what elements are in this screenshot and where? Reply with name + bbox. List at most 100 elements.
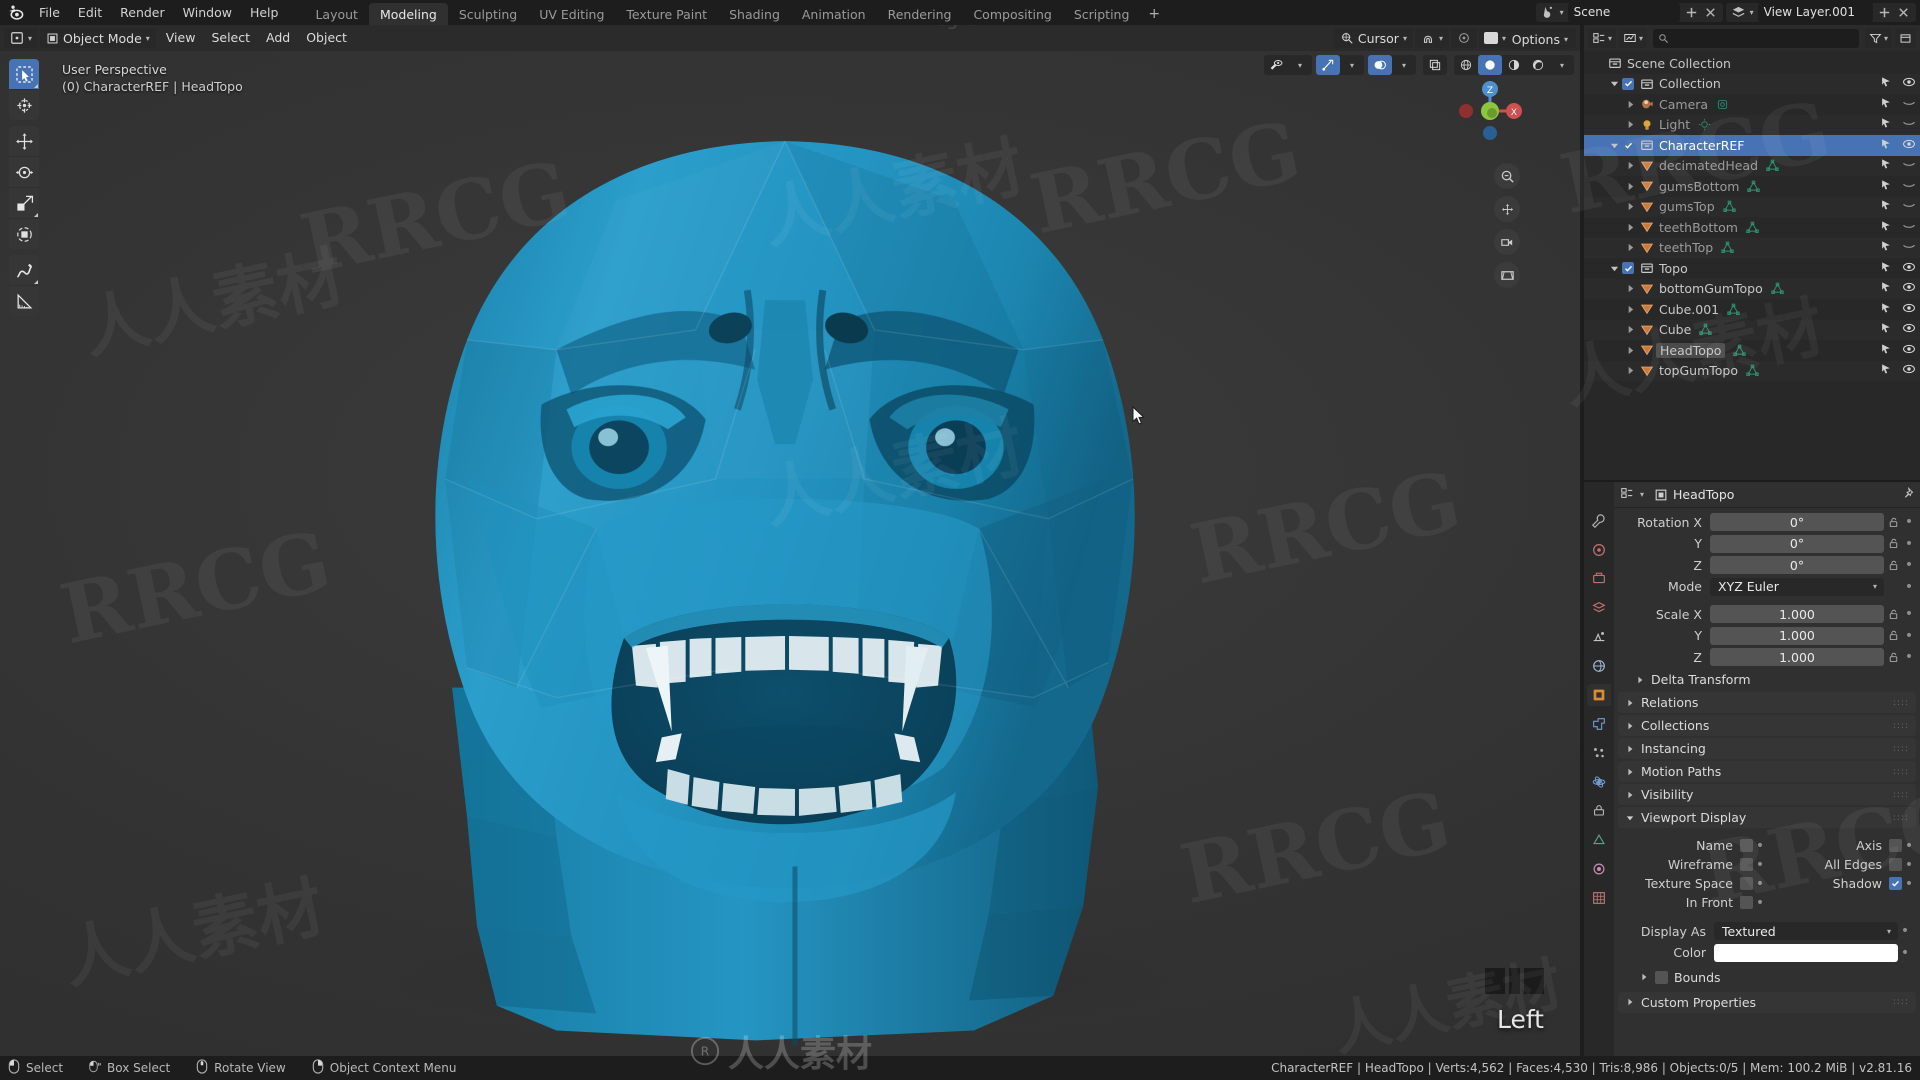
twisty-closed-icon[interactable]	[1622, 284, 1638, 293]
app-menu-help[interactable]: Help	[241, 3, 288, 22]
outliner-row-bottomgumtopo[interactable]: bottomGumTopo	[1584, 278, 1920, 299]
eye-closed-icon[interactable]	[1902, 198, 1916, 215]
tool-scale[interactable]	[9, 188, 39, 218]
app-menu-window[interactable]: Window	[174, 3, 241, 22]
properties-modifier-tab[interactable]	[1587, 713, 1611, 735]
twisty-closed-icon[interactable]	[1622, 305, 1638, 314]
properties-texture-tab[interactable]	[1587, 887, 1611, 909]
outliner-row-camera[interactable]: Camera	[1584, 94, 1920, 115]
properties-physics-tab[interactable]	[1587, 771, 1611, 793]
eye-open-icon[interactable]	[1902, 321, 1916, 338]
panel-visibility[interactable]: Visibility::::	[1618, 784, 1916, 805]
collection-checkbox[interactable]	[1622, 139, 1634, 152]
twisty-closed-icon[interactable]	[1622, 100, 1638, 109]
view-layer-name[interactable]: View Layer.001	[1757, 3, 1873, 22]
outliner-search-input[interactable]	[1653, 28, 1859, 48]
unlink-scene-icon[interactable]	[1703, 5, 1718, 20]
selectable-arrow-icon[interactable]	[1879, 362, 1893, 379]
zoom-view-button[interactable]	[1494, 163, 1520, 189]
editor-type-button[interactable]: ▾	[4, 28, 39, 48]
object-color-swatch[interactable]	[1714, 943, 1898, 962]
twisty-closed-icon[interactable]	[1622, 202, 1638, 211]
eye-open-icon[interactable]	[1902, 75, 1916, 92]
field-value[interactable]: 1.000	[1710, 605, 1884, 623]
chevron-down-icon[interactable]: ▾	[1550, 55, 1574, 75]
animate-property-dot[interactable]: •	[1898, 946, 1912, 960]
panel-custom-properties[interactable]: Custom Properties ::::	[1618, 991, 1916, 1013]
light-data-icon[interactable]	[1698, 118, 1711, 131]
mesh-data-icon[interactable]	[1733, 344, 1747, 357]
properties-data-tab[interactable]	[1587, 829, 1611, 851]
chevron-down-icon[interactable]: ▾	[1288, 55, 1312, 75]
properties-view-layer-tab[interactable]	[1587, 597, 1611, 619]
animate-property-dot[interactable]: •	[1753, 839, 1767, 853]
selectable-arrow-icon[interactable]	[1879, 178, 1893, 195]
outliner-row-headtopo[interactable]: HeadTopo	[1584, 340, 1920, 361]
mesh-data-icon[interactable]	[1746, 364, 1759, 377]
properties-object-tab[interactable]	[1587, 684, 1611, 706]
visibility-selector[interactable]: ▾	[1264, 55, 1312, 75]
panel-viewport-display[interactable]: Viewport Display::::	[1618, 807, 1916, 828]
tool-transform[interactable]	[9, 219, 39, 249]
viewport-menu-select[interactable]: Select	[203, 28, 258, 48]
bounds-checkbox[interactable]	[1655, 970, 1668, 984]
selectable-arrow-icon[interactable]	[1879, 260, 1893, 277]
animate-property-dot[interactable]: •	[1753, 896, 1767, 910]
collection-checkbox[interactable]	[1622, 77, 1634, 90]
remove-view-layer-icon[interactable]	[1896, 5, 1911, 20]
panel-instancing[interactable]: Instancing::::	[1618, 738, 1916, 759]
option-checkbox[interactable]	[1740, 839, 1753, 852]
outliner-row-cube-001[interactable]: Cube.001	[1584, 299, 1920, 320]
breadcrumb-object[interactable]: HeadTopo	[1650, 485, 1738, 505]
animate-property-dot[interactable]: •	[1753, 877, 1767, 891]
xray-icon[interactable]	[1423, 55, 1447, 75]
eye-open-icon[interactable]	[1902, 362, 1916, 379]
view-layer-selector[interactable]: ▾ View Layer.001	[1725, 3, 1916, 22]
eye-open-icon[interactable]	[1902, 260, 1916, 277]
wireframe-shading-icon[interactable]	[1454, 55, 1478, 75]
outliner-row-topgumtopo[interactable]: topGumTopo	[1584, 360, 1920, 381]
character-head-mesh[interactable]	[0, 51, 1580, 1056]
mesh-data-icon[interactable]	[1771, 282, 1784, 295]
properties-constraints-tab[interactable]	[1587, 800, 1611, 822]
add-workspace-button[interactable]: +	[1140, 3, 1168, 25]
blender-logo-icon[interactable]	[0, 4, 30, 21]
tool-cursor[interactable]	[9, 90, 39, 120]
pin-id-icon[interactable]	[1901, 486, 1914, 503]
mesh-data-icon[interactable]	[1699, 323, 1712, 336]
twisty-closed-icon[interactable]	[1622, 120, 1638, 129]
viewport-menu-view[interactable]: View	[158, 28, 204, 48]
workspace-tab-texture-paint[interactable]: Texture Paint	[615, 3, 718, 25]
workspace-tab-scripting[interactable]: Scripting	[1063, 3, 1141, 25]
mesh-data-icon[interactable]	[1746, 221, 1759, 234]
eye-closed-icon[interactable]	[1902, 96, 1916, 113]
eye-open-icon[interactable]	[1902, 137, 1916, 154]
outliner-filter-button[interactable]: ▾	[1864, 28, 1892, 48]
shading-mode-group[interactable]: ▾	[1454, 55, 1574, 75]
animate-property-dot[interactable]: •	[1898, 924, 1912, 938]
material-preview-icon[interactable]	[1502, 55, 1526, 75]
navigation-gizmo[interactable]: Z X	[1452, 73, 1528, 149]
toggle-camera-view-button[interactable]	[1494, 229, 1520, 255]
proportional-editing-button[interactable]	[1450, 28, 1477, 48]
interaction-mode-selector[interactable]: Object Mode ▾	[40, 28, 156, 48]
animate-property-dot[interactable]: •	[1902, 629, 1916, 643]
new-scene-icon[interactable]	[1684, 5, 1699, 20]
properties-material-tab[interactable]	[1587, 858, 1611, 880]
selectable-arrow-icon[interactable]	[1879, 157, 1893, 174]
tool-measure[interactable]	[9, 286, 39, 316]
outliner-row-topo[interactable]: Topo	[1584, 258, 1920, 279]
panel-motion-paths[interactable]: Motion Paths::::	[1618, 761, 1916, 782]
properties-particles-tab[interactable]	[1587, 742, 1611, 764]
eye-open-icon[interactable]	[1902, 301, 1916, 318]
option-checkbox[interactable]	[1740, 858, 1753, 871]
outliner-row-light[interactable]: Light	[1584, 114, 1920, 135]
properties-tool-tab[interactable]	[1587, 510, 1611, 532]
move-view-button[interactable]	[1494, 196, 1520, 222]
animate-property-dot[interactable]: •	[1902, 537, 1916, 551]
outliner-tree[interactable]: Scene Collection Collection Camera Light Cha…	[1584, 51, 1920, 480]
workspace-tab-animation[interactable]: Animation	[791, 3, 877, 25]
workspace-tab-rendering[interactable]: Rendering	[877, 3, 963, 25]
twisty-open-icon[interactable]	[1606, 264, 1622, 273]
lock-icon[interactable]	[1884, 559, 1902, 572]
